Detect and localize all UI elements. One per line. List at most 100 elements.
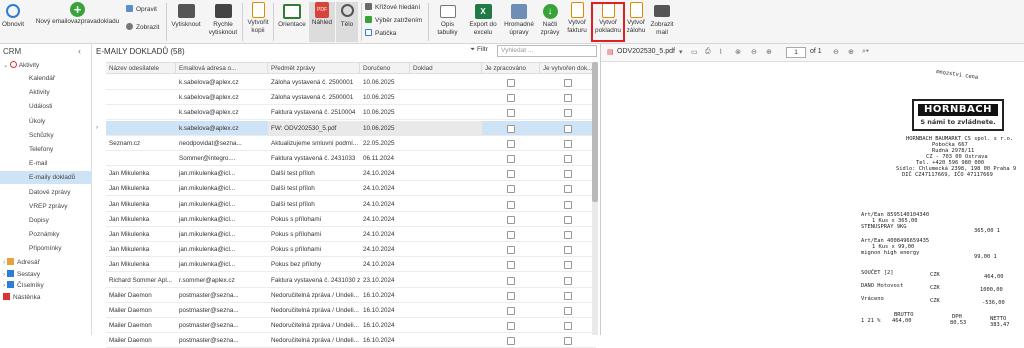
row-checkbox[interactable] bbox=[507, 109, 515, 118]
list-scrollbar[interactable] bbox=[592, 62, 598, 335]
row-checkbox[interactable] bbox=[507, 200, 515, 209]
sidebar-item[interactable]: E-maily dokladů bbox=[0, 171, 92, 185]
body-button[interactable]: Tělo bbox=[336, 2, 358, 42]
load-messages-button[interactable]: ↓ Načti zprávy bbox=[538, 2, 562, 36]
filter-button[interactable]: ⏷ Filtr bbox=[470, 46, 488, 54]
sidebar-group-aktivity[interactable]: ⌄ Aktivity bbox=[0, 59, 92, 72]
sidebar-item[interactable]: Kalendář bbox=[0, 72, 92, 85]
row-checkbox[interactable] bbox=[564, 185, 572, 194]
row-checkbox[interactable] bbox=[507, 139, 515, 148]
table-row[interactable]: Jan Mikulenka jan.mikulenka@icl... Další t… bbox=[106, 181, 596, 197]
row-checkbox[interactable] bbox=[507, 170, 515, 179]
row-checkbox[interactable] bbox=[564, 124, 572, 133]
row-checkbox[interactable] bbox=[507, 155, 515, 163]
scrollbar-thumb[interactable] bbox=[592, 62, 598, 202]
zoom-out-icon[interactable]: ⊖ bbox=[833, 48, 839, 56]
new-doc-button[interactable]: + Nový emailovazpravadokladu bbox=[30, 2, 125, 26]
sidebar-item[interactable]: Telefony bbox=[0, 143, 92, 156]
sidebar-item[interactable]: Dopisy bbox=[0, 214, 92, 227]
table-row[interactable]: k.sabelova@aplex.cz Faktura vystavená č. … bbox=[106, 105, 596, 121]
table-row[interactable]: Jan Mikulenka jan.mikulenka@icl... Další t… bbox=[106, 166, 596, 182]
create-invoice-button[interactable]: Vytvoř fakturu bbox=[564, 2, 590, 34]
zoom-in-icon[interactable]: ⊕ bbox=[848, 48, 854, 56]
sidebar-item[interactable]: Připomínky bbox=[0, 242, 92, 255]
row-checkbox[interactable] bbox=[564, 109, 572, 118]
column-header[interactable]: Je vytvořen dok... bbox=[540, 63, 596, 74]
table-row[interactable]: › k.sabelova@aplex.cz FW: ODV202530_5.pdf 1… bbox=[96, 120, 596, 136]
row-checkbox[interactable] bbox=[564, 215, 572, 224]
export-excel-button[interactable]: X Export do excelu bbox=[466, 2, 500, 36]
table-row[interactable]: Seznam.cz neodpovidat@sezna... Aktualizuje… bbox=[106, 136, 596, 151]
table-row[interactable]: Jan Mikulenka jan.mikulenka@icl... Pokus s… bbox=[106, 212, 596, 227]
column-header[interactable]: Je zpracováno bbox=[482, 63, 540, 74]
table-row[interactable]: Mailer Daemon postmaster@sezna... Nedoruči… bbox=[106, 288, 596, 303]
table-row[interactable]: Jan Mikulenka jan.mikulenka@icl... Další t… bbox=[106, 197, 596, 212]
row-checkbox[interactable] bbox=[507, 185, 515, 194]
show-mail-button[interactable]: Zobrazit mail bbox=[648, 2, 676, 36]
next-page-icon[interactable]: ⊕ bbox=[766, 48, 772, 56]
sidebar-item[interactable]: VREP zprávy bbox=[0, 200, 92, 213]
table-row[interactable]: k.sabelova@aplex.cz Záloha vystavená č. 2… bbox=[106, 90, 596, 106]
sidebar-item[interactable]: Události bbox=[0, 100, 92, 113]
show-button[interactable]: Zobrazit bbox=[126, 23, 159, 33]
row-checkbox[interactable] bbox=[564, 291, 572, 300]
row-checkbox[interactable] bbox=[507, 215, 515, 224]
table-row[interactable]: Jan Mikulenka jan.mikulenka@icl... Pokus s… bbox=[106, 242, 596, 258]
row-checkbox[interactable] bbox=[564, 155, 572, 163]
footer-toggle[interactable]: Patička bbox=[365, 29, 396, 39]
orientation-button[interactable]: Orientace bbox=[276, 2, 308, 29]
table-row[interactable]: Jan Mikulenka jan.mikulenka@icl... Pokus b… bbox=[106, 257, 596, 273]
row-checkbox[interactable] bbox=[564, 322, 572, 331]
row-checkbox[interactable] bbox=[564, 337, 572, 346]
row-checkbox[interactable] bbox=[507, 276, 515, 285]
sidebar-item[interactable]: Poznámky bbox=[0, 228, 92, 241]
row-checkbox[interactable] bbox=[564, 231, 572, 239]
print-icon[interactable]: ⎙ bbox=[705, 48, 711, 56]
row-checkbox[interactable] bbox=[507, 79, 515, 87]
prev-page-icon[interactable]: ⊖ bbox=[751, 48, 757, 56]
row-checkbox[interactable] bbox=[507, 231, 515, 239]
refresh-button[interactable]: Obnovit bbox=[0, 2, 26, 29]
column-header[interactable]: Předmět zprávy bbox=[268, 63, 360, 74]
sidebar-item[interactable]: Úkoly bbox=[0, 115, 92, 128]
row-checkbox[interactable] bbox=[564, 94, 572, 103]
table-row[interactable]: Mailer Daemon postmaster@sezna... Nedoruči… bbox=[106, 303, 596, 318]
row-checkbox[interactable] bbox=[507, 307, 515, 315]
save-icon[interactable]: ▭ bbox=[691, 48, 698, 56]
sidebar-item[interactable]: Schůzky bbox=[0, 129, 92, 142]
column-header[interactable]: Doručeno bbox=[360, 63, 410, 74]
sidebar-section[interactable]: › Sestavy bbox=[0, 269, 92, 280]
row-checkbox[interactable] bbox=[507, 246, 515, 255]
table-row[interactable]: Mailer Daemon postmaster@sezna... Nedoruči… bbox=[106, 333, 596, 348]
row-checkbox[interactable] bbox=[507, 322, 515, 331]
row-checkbox[interactable] bbox=[564, 261, 572, 270]
search-zoom-icon[interactable]: ⌕▾ bbox=[862, 48, 869, 56]
sidebar-item[interactable]: Aktivity bbox=[0, 86, 92, 99]
sidebar-section[interactable]: Nástěnka bbox=[0, 292, 92, 303]
edit-button[interactable]: Opravit bbox=[126, 5, 157, 15]
row-checkbox[interactable] bbox=[564, 307, 572, 315]
page-number-input[interactable]: 1 bbox=[786, 47, 806, 58]
file-name[interactable]: ODV202530_5.pdf bbox=[617, 48, 675, 55]
row-checkbox[interactable] bbox=[507, 291, 515, 300]
row-checkbox[interactable] bbox=[507, 94, 515, 103]
sidebar-section[interactable]: › Číselníky bbox=[0, 280, 92, 291]
row-checkbox[interactable] bbox=[564, 200, 572, 209]
table-row[interactable]: k.sabelova@aplex.cz Záloha vystavená č. 2… bbox=[106, 75, 596, 90]
check-select-toggle[interactable]: Výběr zatržením bbox=[365, 16, 422, 26]
sidebar-item[interactable]: E-mail bbox=[0, 157, 92, 170]
table-row[interactable]: Sommer@integro.... Faktura vystavená č. 2… bbox=[106, 151, 596, 166]
table-row[interactable]: Richard Sommer Apl... r.sommer@aplex.cz Fa… bbox=[106, 273, 596, 288]
preview-button[interactable]: PDF Náhled bbox=[309, 2, 335, 42]
collapse-icon[interactable]: ‹ bbox=[78, 46, 81, 56]
cross-search-button[interactable]: Křížové hledání bbox=[365, 3, 420, 13]
row-checkbox[interactable] bbox=[564, 276, 572, 285]
create-deposit-button[interactable]: Vytvoř zálohu bbox=[626, 2, 646, 34]
print-button[interactable]: Vytisknout bbox=[169, 2, 203, 29]
column-header[interactable]: Emailová adresa o... bbox=[176, 63, 268, 74]
search-input[interactable]: Vyhledat ... bbox=[497, 45, 597, 57]
row-checkbox[interactable] bbox=[564, 170, 572, 179]
row-checkbox[interactable] bbox=[507, 261, 515, 270]
row-checkbox[interactable] bbox=[564, 79, 572, 87]
column-header[interactable]: Název odesílatele bbox=[106, 63, 176, 74]
